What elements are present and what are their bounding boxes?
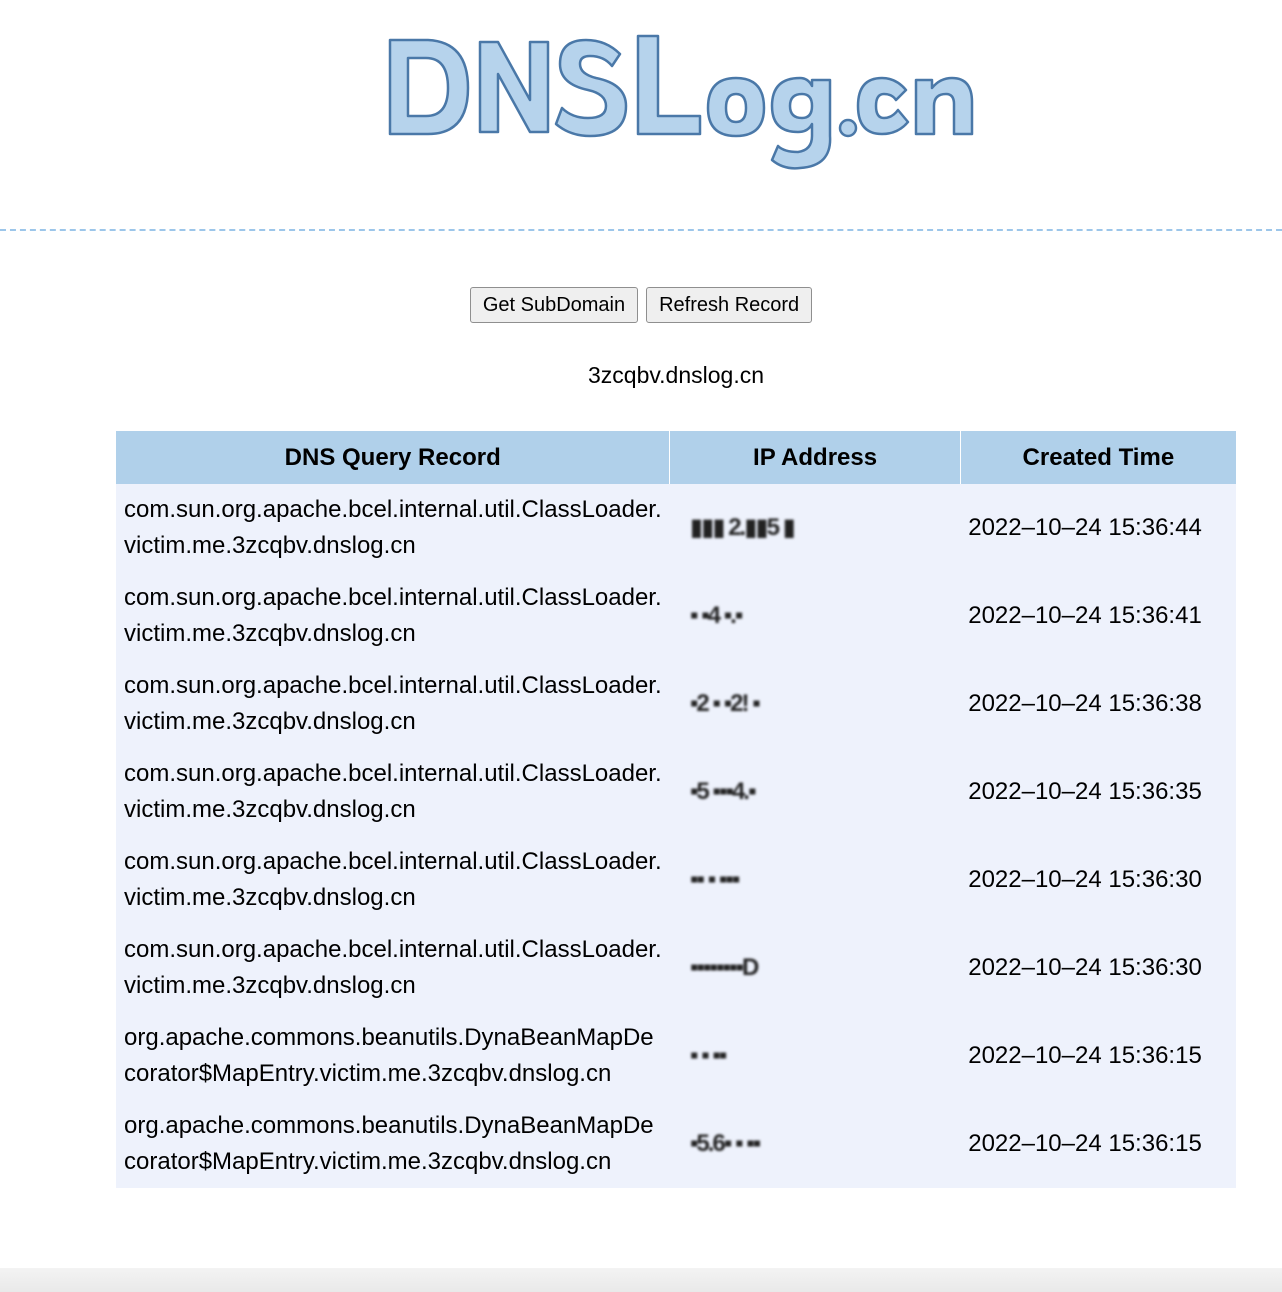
- created-time-cell: 2022–10–24 15:36:35: [960, 748, 1236, 836]
- ip-address-cell: ▪ ▪4 ▪.▪: [669, 572, 961, 660]
- logo-header: [0, 0, 1282, 200]
- header-ip-address: IP Address: [669, 431, 961, 484]
- table-row: com.sun.org.apache.bcel.internal.util.Cl…: [116, 660, 1236, 748]
- table-row: com.sun.org.apache.bcel.internal.util.Cl…: [116, 748, 1236, 836]
- redacted-ip: ▪5 ▪▪▪4.▪: [689, 778, 757, 805]
- created-time-cell: 2022–10–24 15:36:15: [960, 1100, 1236, 1188]
- redacted-ip: ▪▪ ▪ ▪▪▪: [689, 866, 740, 893]
- table-row: com.sun.org.apache.bcel.internal.util.Cl…: [116, 924, 1236, 1012]
- ip-address-cell: ▪2 ▪ ▪2! ▪: [669, 660, 961, 748]
- refresh-record-button[interactable]: Refresh Record: [646, 287, 813, 323]
- created-time-cell: 2022–10–24 15:36:30: [960, 836, 1236, 924]
- dnslog-logo: [388, 34, 974, 170]
- redacted-ip: ▪ ▪4 ▪.▪: [689, 602, 743, 629]
- redacted-ip: ▪▪▪▪▪▪▪▪D: [689, 954, 759, 981]
- subdomain-text: 3zcqbv.dnslog.cn: [587, 362, 764, 388]
- created-time-cell: 2022–10–24 15:36:30: [960, 924, 1236, 1012]
- dns-query-cell: com.sun.org.apache.bcel.internal.util.Cl…: [116, 660, 670, 748]
- dns-query-cell: org.apache.commons.beanutils.DynaBeanMap…: [116, 1012, 670, 1100]
- table-row: com.sun.org.apache.bcel.internal.util.Cl…: [116, 836, 1236, 924]
- table-row: org.apache.commons.beanutils.DynaBeanMap…: [116, 1100, 1236, 1188]
- ip-address-cell: ▪▪▪▪▪▪▪▪D: [669, 924, 961, 1012]
- ip-address-cell: ▮▮▮ 2.▮▮5 ▮: [669, 484, 961, 572]
- ip-address-cell: ▪5.6▪ ▪ ▪▪: [669, 1100, 961, 1188]
- dns-records-table: DNS Query Record IP Address Created Time…: [116, 431, 1236, 1188]
- get-subdomain-button[interactable]: Get SubDomain: [469, 287, 639, 323]
- dns-query-cell: com.sun.org.apache.bcel.internal.util.Cl…: [116, 484, 670, 572]
- created-time-cell: 2022–10–24 15:36:41: [960, 572, 1236, 660]
- table-row: com.sun.org.apache.bcel.internal.util.Cl…: [116, 572, 1236, 660]
- table-header-row: DNS Query Record IP Address Created Time: [116, 431, 1236, 484]
- dashed-divider: [0, 229, 1282, 231]
- redacted-ip: ▪ ▪ ▪▪: [689, 1042, 727, 1069]
- redacted-ip: ▪2 ▪ ▪2! ▪: [689, 690, 761, 717]
- dns-query-cell: com.sun.org.apache.bcel.internal.util.Cl…: [116, 748, 670, 836]
- ip-address-cell: ▪▪ ▪ ▪▪▪: [669, 836, 961, 924]
- header-created-time: Created Time: [960, 431, 1236, 484]
- redacted-ip: ▮▮▮ 2.▮▮5 ▮: [689, 514, 796, 541]
- table-row: org.apache.commons.beanutils.DynaBeanMap…: [116, 1012, 1236, 1100]
- redacted-ip: ▪5.6▪ ▪ ▪▪: [689, 1130, 761, 1157]
- created-time-cell: 2022–10–24 15:36:15: [960, 1012, 1236, 1100]
- table-row: com.sun.org.apache.bcel.internal.util.Cl…: [116, 484, 1236, 572]
- header-dns-query-record: DNS Query Record: [116, 431, 671, 484]
- dns-query-cell: com.sun.org.apache.bcel.internal.util.Cl…: [116, 836, 670, 924]
- created-time-cell: 2022–10–24 15:36:44: [960, 484, 1236, 572]
- dns-query-cell: com.sun.org.apache.bcel.internal.util.Cl…: [116, 924, 670, 1012]
- ip-address-cell: ▪ ▪ ▪▪: [669, 1012, 961, 1100]
- dns-query-cell: org.apache.commons.beanutils.DynaBeanMap…: [116, 1100, 670, 1188]
- toolbar: Get SubDomain Refresh Record: [0, 287, 1282, 323]
- page-bottom-edge: [0, 1268, 1282, 1292]
- dns-query-cell: com.sun.org.apache.bcel.internal.util.Cl…: [116, 572, 670, 660]
- created-time-cell: 2022–10–24 15:36:38: [960, 660, 1236, 748]
- ip-address-cell: ▪5 ▪▪▪4.▪: [669, 748, 961, 836]
